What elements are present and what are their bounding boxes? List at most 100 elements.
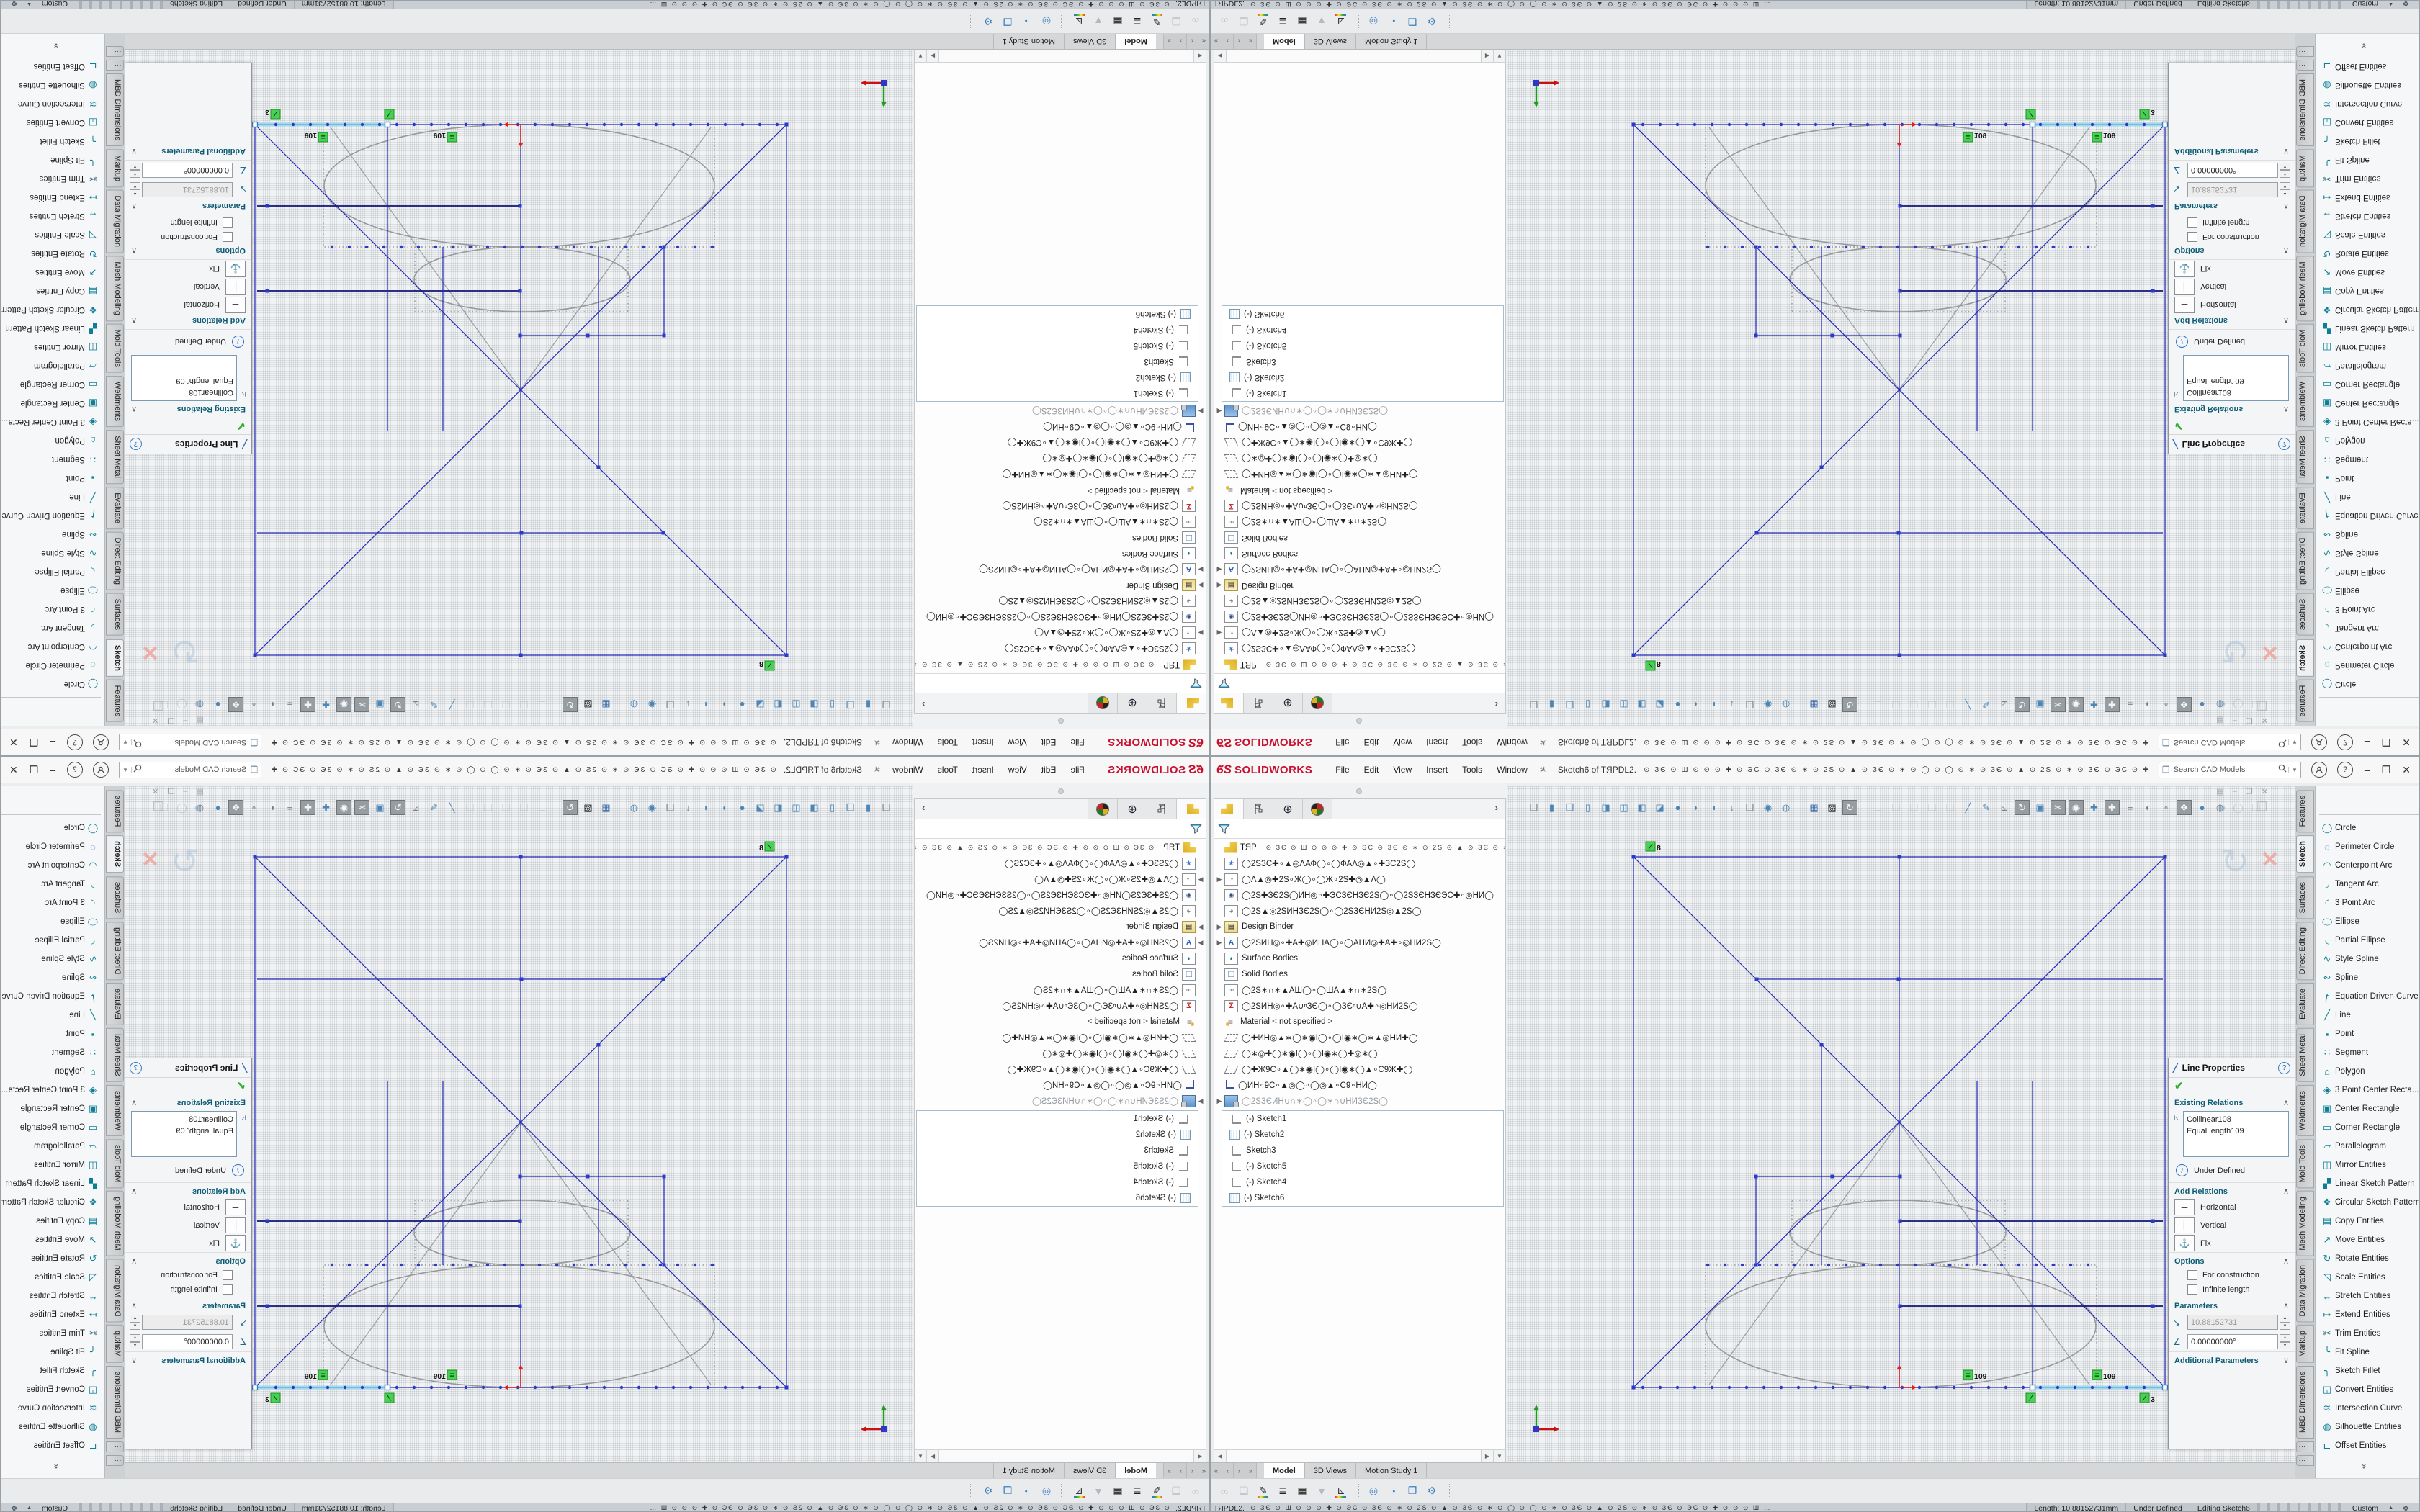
more-tools-icon[interactable]: » xyxy=(50,1459,61,1474)
account-icon[interactable] xyxy=(93,762,109,778)
bottom-toolbar-icon[interactable]: ⚙ xyxy=(980,14,996,30)
add-relation-vertical[interactable]: │Vertical xyxy=(2169,1216,2295,1234)
cmd-tab-features[interactable]: Features xyxy=(106,680,124,722)
doc-tab-model[interactable]: Model xyxy=(1264,33,1305,49)
cancel-sketch-icon[interactable]: ✕ xyxy=(2261,847,2279,873)
existing-relations-header[interactable]: Existing Relations∧ xyxy=(2169,402,2295,418)
relation-entry[interactable]: Equal length109 xyxy=(135,375,233,387)
tool-copy-entities[interactable]: ▤Copy Entities xyxy=(2319,282,2419,300)
tree-item[interactable]: ◉◯2S✚ЗЄ2S◯ИН◎∘✚ЭСЗЄНЗЄ2S◯∘◯2SЗЄНЗЄЭС✚∘◎Н… xyxy=(1214,609,1505,625)
tool-center-rectangle[interactable]: ▣Center Rectangle xyxy=(2319,1099,2419,1118)
tree-item-sketch[interactable]: (-) Sketch2 xyxy=(1222,1127,1503,1143)
vertical-icon[interactable]: │ xyxy=(2174,279,2195,295)
help-icon[interactable]: ? xyxy=(67,762,83,778)
checkbox[interactable] xyxy=(2187,217,2197,228)
tree-item[interactable]: ◉◯2S✚ЗЄ2S◯ИН◎∘✚ЭСЗЄНЗЄ2S◯∘◯2SЗЄНЗЄЭС✚∘◎Н… xyxy=(1214,887,1505,903)
search-dropdown-icon[interactable]: ▼ xyxy=(122,739,132,746)
tool-parallelogram[interactable]: ▱Parallelogram xyxy=(2319,356,2419,375)
tool-copy-entities[interactable]: ▤Copy Entities xyxy=(2319,1212,2419,1230)
more-tools-icon[interactable]: » xyxy=(50,39,61,53)
tool-move-entities[interactable]: ↗Move Entities xyxy=(2319,263,2419,282)
tree-item[interactable]: ▶▤Design Binder xyxy=(915,577,1206,593)
tool-corner-rectangle[interactable]: ▭Corner Rectangle xyxy=(2319,375,2419,394)
relation-entry[interactable]: Equal length109 xyxy=(2187,1125,2285,1137)
tool-sketch-fillet[interactable]: ╮Sketch Fillet xyxy=(2319,1362,2419,1380)
tree-item[interactable]: ≡Material < not specified > xyxy=(1214,482,1505,498)
tree-item[interactable]: ◯✚ИН◎▲∗◯∗◉I◯∘◯I◉∗◯∗▲◎НИ✚◯ xyxy=(1214,1030,1505,1045)
bottom-toolbar-icon[interactable]: ❏ xyxy=(1168,1483,1184,1499)
horizontal-icon[interactable]: ─ xyxy=(225,1199,246,1215)
scroll-left-icon[interactable]: ◀ xyxy=(1193,50,1206,62)
vertical-icon[interactable]: │ xyxy=(2174,1217,2195,1233)
tool-perimeter-circle[interactable]: ◌Perimeter Circle xyxy=(1,837,101,856)
tool-rotate-entities[interactable]: ↻Rotate Entities xyxy=(1,244,101,263)
tree-item[interactable]: ▶◔◯Λ▲◎✚2S∘Ж◯∘◯Ж∘2S✚◎▲Λ◯ xyxy=(915,871,1206,887)
cmd-tab-sheet-metal[interactable]: Sheet Metal xyxy=(2296,430,2314,484)
tool-rotate-entities[interactable]: ↻Rotate Entities xyxy=(2319,1249,2419,1268)
tool-stretch-entities[interactable]: ↔Stretch Entities xyxy=(1,1287,101,1305)
tree-item[interactable]: ∞◯2S∗∩∗▲АШ◯∘◯ША▲∗∩∗2S◯ xyxy=(1214,514,1505,530)
tab-configurations[interactable]: ⊕ xyxy=(1117,799,1147,819)
tab-configurations[interactable]: ⊕ xyxy=(1117,693,1147,713)
doc-tab-model[interactable]: Model xyxy=(1115,33,1156,49)
scroll-menu-icon[interactable]: ▼ xyxy=(1493,50,1505,62)
tool-stretch-entities[interactable]: ↔Stretch Entities xyxy=(2319,1287,2419,1305)
tool-convert-entities[interactable]: ◱Convert Entities xyxy=(2319,1380,2419,1399)
parameters-header[interactable]: Parameters∧ xyxy=(2169,199,2295,215)
tool-move-entities[interactable]: ↗Move Entities xyxy=(2319,1230,2419,1249)
checkbox[interactable] xyxy=(223,217,233,228)
tool-tangent-arc[interactable]: ◞Tangent Arc xyxy=(1,618,101,637)
expand-icon[interactable]: ▶ xyxy=(1196,408,1206,415)
tool-point[interactable]: ▪Point xyxy=(1,469,101,487)
bottom-toolbar-icon[interactable]: ∞ xyxy=(1188,1483,1204,1499)
confirm-corner-icon[interactable]: ↻ xyxy=(2220,630,2249,670)
ok-check-icon[interactable]: ✔ xyxy=(125,418,251,434)
tab-propertymanager[interactable] xyxy=(1244,693,1273,713)
doc-tab-model[interactable]: Model xyxy=(1264,1463,1305,1479)
option-infinite-length[interactable]: Infinite length xyxy=(2169,215,2295,230)
tree-item[interactable]: ◯∗◎✚◯∗◉I◯∘◯I◉∗◯✚◎∗◯ xyxy=(1214,1045,1505,1061)
tree-item[interactable]: ❒Solid Bodies xyxy=(1214,966,1505,982)
fix-icon[interactable]: ⚓ xyxy=(2174,261,2195,277)
tree-item[interactable]: ▶◯2SЗЄИН∪∩∗◯∘◯∗∩∪НИЗЄ2S◯ xyxy=(1214,1093,1505,1109)
menu-view[interactable]: View xyxy=(1386,737,1419,747)
expand-icon[interactable]: ▶ xyxy=(1214,582,1224,590)
menu-tools[interactable]: Tools xyxy=(931,765,965,775)
add-relation-fix[interactable]: ⚓Fix xyxy=(2169,1234,2295,1252)
cancel-sketch-icon[interactable]: ✕ xyxy=(2261,639,2279,665)
tree-item[interactable]: ◯✚Ж9С∘▲◯∗◉I◯∘◯I◉∗◯▲∘С9Ж✚◯ xyxy=(1214,1061,1505,1077)
unit-system-selector[interactable]: Custom ▲ xyxy=(2344,0,2402,9)
menu-edit[interactable]: Edit xyxy=(1357,737,1386,747)
tool-offset-entities[interactable]: ⊏Offset Entities xyxy=(1,1436,101,1455)
tree-root-item[interactable]: ТЯPDL2. ⊙ ЗЄ ⊙ Ш ⊙ ⊙ ⊙ ✚ ⊙ ЭС ⊙ ЗЄ ⊙ ∗ ⊙… xyxy=(915,657,1206,672)
minimize-button[interactable]: – xyxy=(2365,737,2370,748)
parameter-input[interactable]: 0.00000000° xyxy=(2187,163,2278,178)
search-input[interactable]: ❒ Search CAD Models ▼ xyxy=(2159,762,2301,778)
tab-featuremanager[interactable] xyxy=(1214,693,1244,713)
cmd-tab-features[interactable]: Features xyxy=(2296,680,2314,722)
horizontal-icon[interactable]: ─ xyxy=(2174,297,2195,313)
existing-relations-header[interactable]: Existing Relations∧ xyxy=(2169,1094,2295,1110)
collapse-icon[interactable]: ∧ xyxy=(2283,1098,2289,1107)
tab-propertymanager[interactable] xyxy=(1244,799,1273,819)
option-for-construction[interactable]: For construction xyxy=(125,1268,251,1282)
tab-featuremanager[interactable] xyxy=(1176,693,1206,713)
tool-linear-sketch-pattern[interactable]: ▞Linear Sketch Pattern xyxy=(2319,1174,2419,1193)
doc-tab-motion-study-1[interactable]: Motion Study 1 xyxy=(1356,33,1427,49)
expand-icon[interactable]: ▶ xyxy=(1196,923,1206,931)
cmd-tab-markup[interactable]: Markup xyxy=(2296,1325,2314,1363)
tree-item[interactable]: ❒Solid Bodies xyxy=(915,530,1206,546)
unit-system-selector[interactable]: Custom ▲ xyxy=(18,1504,76,1512)
collapse-icon[interactable]: ∧ xyxy=(131,316,137,325)
tree-item-sketch[interactable]: (-) Sketch5 xyxy=(917,1158,1198,1174)
cmd-tab-sketch[interactable]: Sketch xyxy=(106,835,124,873)
expand-icon[interactable]: ▶ xyxy=(1214,629,1224,637)
tool-3-point-center-recta-[interactable]: ◈3 Point Center Recta... xyxy=(2319,413,2419,431)
relations-listbox[interactable]: Collinear108Equal length109 xyxy=(131,1111,237,1157)
tree-item-sketch[interactable]: Sketch3 xyxy=(917,1143,1198,1158)
spinner[interactable]: ▲▼ xyxy=(2280,1334,2290,1349)
tool-move-entities[interactable]: ↗Move Entities xyxy=(1,1230,101,1249)
flyout-expand-icon[interactable]: › xyxy=(1495,799,1505,819)
tree-item[interactable]: ◯✚Ж9С∘▲◯∗◉I◯∘◯I◉∗◯▲∘С9Ж✚◯ xyxy=(915,1061,1206,1077)
cmd-tab-⋮[interactable]: ⋮ xyxy=(106,1441,124,1452)
